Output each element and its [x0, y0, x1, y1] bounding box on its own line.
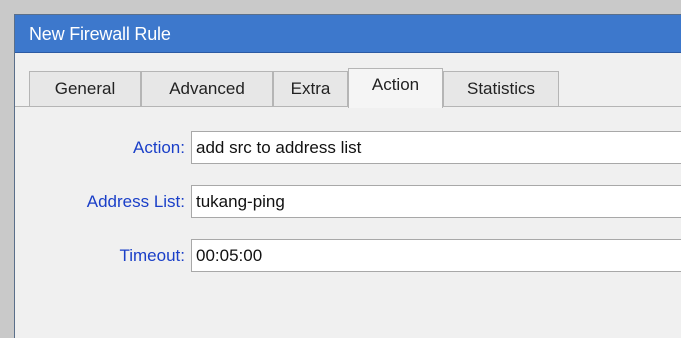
- tab-general[interactable]: General: [29, 71, 141, 106]
- window-title: New Firewall Rule: [15, 15, 681, 53]
- tab-action[interactable]: Action: [348, 68, 443, 108]
- firewall-rule-window: New Firewall Rule General Advanced Extra…: [14, 14, 681, 338]
- address-list-label: Address List:: [86, 192, 185, 211]
- tab-statistics[interactable]: Statistics: [443, 71, 559, 106]
- address-list-field[interactable]: tukang-ping: [191, 185, 681, 218]
- tab-extra[interactable]: Extra: [273, 71, 348, 106]
- address-list-row: Address List: tukang-ping: [15, 185, 681, 218]
- tab-advanced[interactable]: Advanced: [141, 71, 273, 106]
- timeout-label: Timeout:: [119, 246, 185, 265]
- timeout-field[interactable]: 00:05:00: [191, 239, 681, 272]
- action-label: Action:: [133, 138, 185, 157]
- action-row: Action: add src to address list: [15, 131, 681, 164]
- action-field[interactable]: add src to address list: [191, 131, 681, 164]
- action-panel: Action: add src to address list Address …: [15, 107, 681, 338]
- timeout-row: Timeout: 00:05:00: [15, 239, 681, 272]
